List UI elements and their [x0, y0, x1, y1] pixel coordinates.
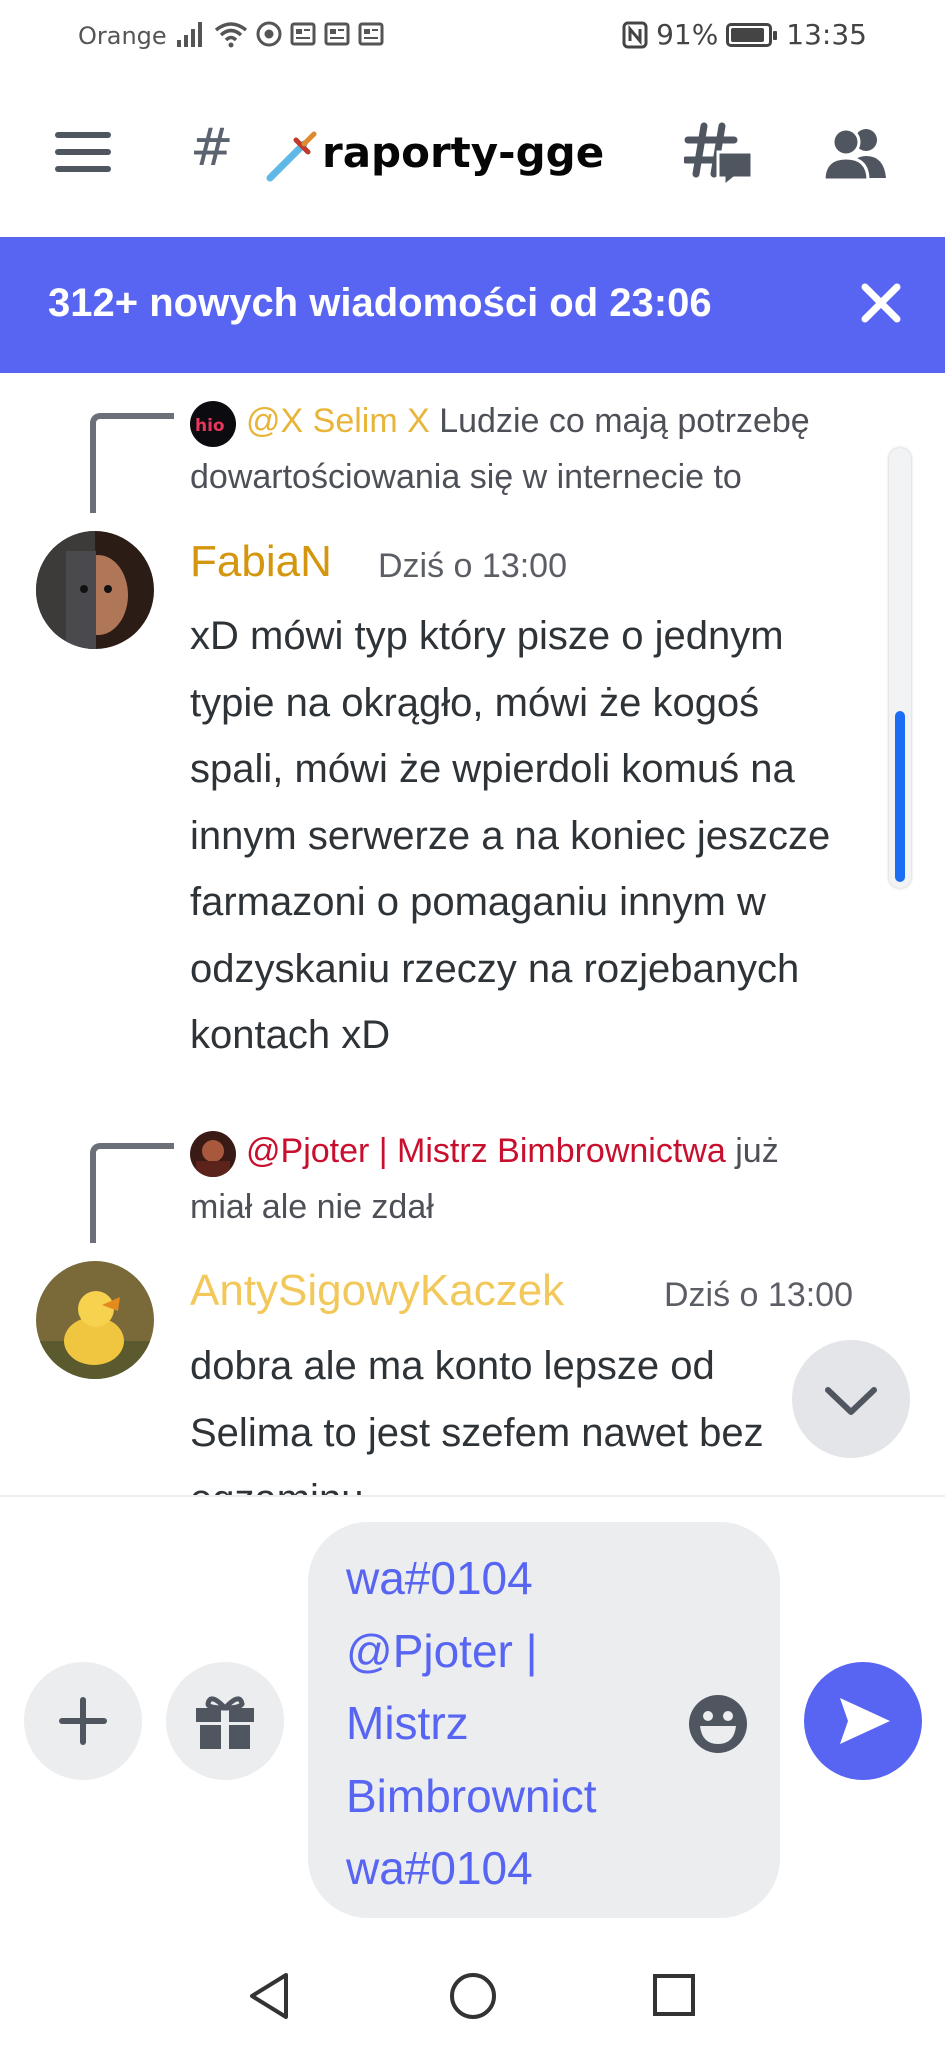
clock: 13:35: [786, 18, 867, 51]
gift-icon: [196, 1696, 254, 1749]
dagger-icon: [266, 131, 317, 182]
message-input[interactable]: wa#0104 @Pjoter | Mistrz Bimbrownict wa#…: [308, 1522, 780, 1918]
plus-icon: [59, 1697, 107, 1745]
avatar[interactable]: [36, 531, 154, 649]
message-input-text[interactable]: wa#0104 @Pjoter | Mistrz Bimbrownict wa#…: [346, 1542, 666, 1905]
avatar-image: [36, 531, 154, 649]
scrollbar-thumb[interactable]: [895, 710, 905, 882]
emoji-icon[interactable]: [686, 1692, 750, 1756]
reply-preview[interactable]: @X Selim X Ludzie co mają potrzebę dowar…: [190, 393, 890, 505]
recents-icon[interactable]: [652, 1973, 696, 2017]
members-icon[interactable]: [824, 126, 888, 182]
send-icon: [840, 1698, 890, 1744]
reply-preview[interactable]: @Pjoter | Mistrz Bimbrownictwa już miał …: [190, 1123, 890, 1235]
new-messages-banner[interactable]: 312+ nowych wiadomości od 23:06: [0, 237, 945, 373]
send-button[interactable]: [804, 1662, 922, 1780]
threads-icon[interactable]: [684, 122, 756, 190]
reply-snippet: już: [725, 1132, 779, 1170]
message-timestamp: Dziś o 13:00: [664, 1276, 853, 1314]
battery-icon: [726, 22, 778, 47]
reply-snippet-cont: dowartościowania się w internecie to: [190, 458, 742, 496]
reply-mention[interactable]: @X Selim X: [246, 402, 430, 440]
channel-hash-icon: #: [190, 118, 234, 178]
reply-connector: [90, 1143, 174, 1243]
battery-level: [731, 27, 765, 42]
jump-to-present-button[interactable]: [792, 1340, 910, 1458]
news-icon: [324, 22, 350, 46]
news-icon: [358, 22, 384, 46]
back-icon[interactable]: [246, 1971, 292, 2021]
reply-snippet: Ludzie co mają potrzebę: [429, 402, 810, 440]
message-content: xD mówi typ który pisze o jednym typie n…: [190, 614, 831, 1057]
home-icon[interactable]: [448, 1971, 498, 2021]
chrome-icon: [256, 21, 282, 47]
message-author[interactable]: FabiaN: [190, 537, 332, 587]
chevron-down-icon: [825, 1387, 877, 1415]
carrier-name: Orange: [78, 22, 167, 50]
news-icon: [290, 22, 316, 46]
system-nav-bar: [0, 1935, 945, 2048]
channel-header: # raporty-gge: [0, 90, 945, 225]
battery-percent: 91%: [656, 18, 719, 51]
nfc-icon: [622, 21, 648, 48]
reply-connector: [90, 413, 174, 513]
gift-button[interactable]: [166, 1662, 284, 1780]
channel-name: raporty-gge: [322, 128, 605, 177]
wifi-icon: [214, 22, 248, 48]
signal-icon: [177, 22, 202, 47]
reply-mention[interactable]: @Pjoter | Mistrz Bimbrownictwa: [246, 1132, 726, 1170]
scrollbar[interactable]: [889, 448, 911, 888]
status-bar: Orange 91% 13:35: [0, 0, 945, 72]
message-content: dobra ale ma konto lepsze od Selima to j…: [190, 1344, 764, 1495]
message-timestamp: Dziś o 13:00: [378, 547, 567, 585]
avatar-image: [36, 1261, 154, 1379]
new-messages-text: 312+ nowych wiadomości od 23:06: [48, 281, 712, 325]
reply-snippet-cont: miał ale nie zdał: [190, 1188, 434, 1226]
add-attachment-button[interactable]: [24, 1662, 142, 1780]
avatar[interactable]: [36, 1261, 154, 1379]
message-composer: wa#0104 @Pjoter | Mistrz Bimbrownict wa#…: [0, 1495, 945, 1935]
close-icon[interactable]: [851, 273, 911, 333]
hamburger-menu-icon[interactable]: [55, 132, 111, 172]
message-list[interactable]: hio @X Selim X Ludzie co mają potrzebę d…: [0, 373, 945, 1495]
message-author[interactable]: AntySigowyKaczek: [190, 1266, 564, 1316]
